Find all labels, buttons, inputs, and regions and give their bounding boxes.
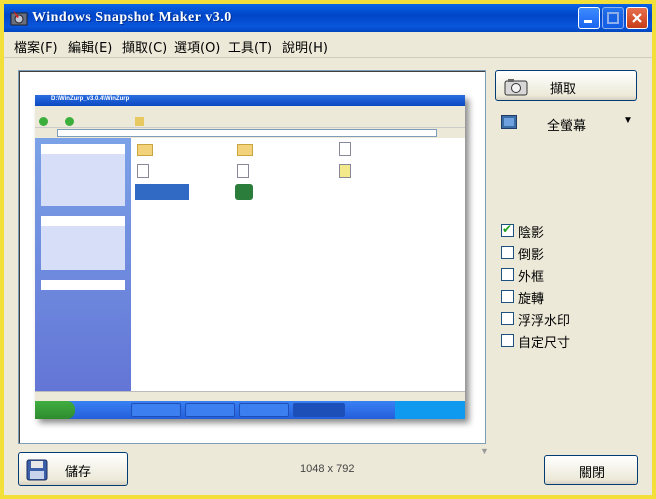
capture-mode-value: 全螢幕 bbox=[547, 119, 587, 134]
menu-file[interactable]: 檔案(F) bbox=[14, 37, 58, 56]
watermark-checkbox[interactable] bbox=[501, 312, 514, 325]
capture-button-label: 擷取 bbox=[550, 82, 577, 97]
custom-size-checkbox[interactable] bbox=[501, 334, 514, 347]
capture-button[interactable]: 擷取 bbox=[495, 70, 637, 101]
preview-window-titlebar: D:\WinZurp_v3.0.4\WinZurp bbox=[35, 95, 465, 106]
menu-capture[interactable]: 擷取(C) bbox=[122, 37, 167, 56]
monitor-icon bbox=[501, 115, 517, 129]
title-bar[interactable]: Windows Snapshot Maker v3.0 bbox=[4, 4, 652, 32]
preview-toolbar bbox=[35, 115, 465, 128]
maximize-button[interactable] bbox=[602, 7, 624, 29]
resize-arrow-icon: ▼ bbox=[480, 446, 489, 456]
minimize-button[interactable] bbox=[578, 7, 600, 29]
save-button[interactable]: 儲存 bbox=[18, 452, 128, 486]
preview-panel[interactable]: D:\WinZurp_v3.0.4\WinZurp bbox=[18, 70, 486, 444]
option-label: 外框 bbox=[518, 270, 545, 285]
floppy-disk-icon bbox=[26, 459, 48, 481]
close-icon bbox=[632, 13, 642, 23]
preview-taskbar bbox=[35, 401, 465, 419]
minimize-icon bbox=[584, 20, 592, 23]
menu-help[interactable]: 說明(H) bbox=[282, 37, 328, 56]
menu-tools[interactable]: 工具(T) bbox=[228, 37, 272, 56]
window-title: Windows Snapshot Maker v3.0 bbox=[32, 10, 232, 25]
menu-bar: 檔案(F) 編輯(E) 擷取(C) 選項(O) 工具(T) 說明(H) bbox=[4, 32, 652, 58]
option-label: 倒影 bbox=[518, 248, 545, 263]
preview-statusbar bbox=[35, 391, 465, 401]
preview-addressbar bbox=[35, 128, 465, 138]
border-checkbox[interactable] bbox=[501, 268, 514, 281]
save-button-label: 儲存 bbox=[65, 465, 92, 480]
close-button-label: 關閉 bbox=[579, 466, 606, 481]
rotate-checkbox[interactable] bbox=[501, 290, 514, 303]
app-window: Windows Snapshot Maker v3.0 檔案(F) 編輯(E) … bbox=[0, 0, 656, 499]
close-window-button[interactable] bbox=[626, 7, 648, 29]
dropdown-arrow-icon: ▼ bbox=[623, 115, 633, 126]
camera-app-icon bbox=[10, 10, 28, 26]
screenshot-preview: D:\WinZurp_v3.0.4\WinZurp bbox=[35, 95, 465, 419]
capture-mode-select[interactable]: 全螢幕 ▼ bbox=[497, 111, 639, 135]
option-label: 浮浮水印 bbox=[518, 314, 571, 329]
preview-window-title: D:\WinZurp_v3.0.4\WinZurp bbox=[51, 96, 130, 102]
image-dimensions: 1048 x 792 bbox=[300, 463, 355, 475]
reflection-checkbox[interactable] bbox=[501, 246, 514, 259]
menu-options[interactable]: 選項(O) bbox=[174, 37, 220, 56]
option-label: 自定尺寸 bbox=[518, 336, 571, 351]
close-button[interactable]: 關閉 bbox=[544, 455, 638, 485]
preview-file-area bbox=[131, 138, 465, 391]
option-label: 陰影 bbox=[518, 226, 545, 241]
preview-menubar bbox=[35, 106, 465, 115]
maximize-icon bbox=[607, 12, 619, 24]
menu-edit[interactable]: 編輯(E) bbox=[68, 37, 112, 56]
shadow-checkbox[interactable] bbox=[501, 222, 514, 237]
camera-icon bbox=[504, 79, 528, 96]
option-label: 旋轉 bbox=[518, 292, 545, 307]
preview-sidebar bbox=[35, 138, 131, 391]
